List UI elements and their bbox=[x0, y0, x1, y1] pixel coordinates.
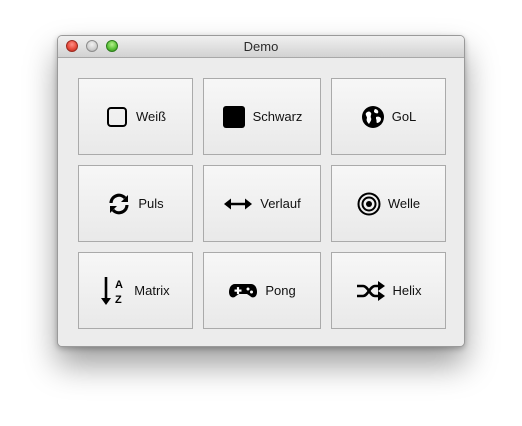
window-title: Demo bbox=[243, 39, 279, 54]
schwarz-button[interactable]: Schwarz bbox=[203, 78, 321, 155]
checkbox-empty-icon bbox=[105, 105, 129, 129]
pong-button[interactable]: Pong bbox=[203, 252, 321, 329]
refresh-icon bbox=[107, 192, 131, 216]
globe-icon bbox=[361, 105, 385, 129]
demo-window: Demo Weiß Schwarz GoL Puls Verlauf Welle… bbox=[57, 35, 465, 347]
helix-button-label: Helix bbox=[392, 283, 422, 298]
desktop-stage: Demo Weiß Schwarz GoL Puls Verlauf Welle… bbox=[0, 0, 522, 426]
title-bar[interactable]: Demo bbox=[58, 36, 464, 58]
horizontal-arrows-icon bbox=[223, 192, 253, 216]
schwarz-button-label: Schwarz bbox=[252, 109, 303, 124]
verlauf-button[interactable]: Verlauf bbox=[203, 165, 321, 242]
button-grid: Weiß Schwarz GoL Puls Verlauf Welle A Z … bbox=[78, 78, 446, 329]
puls-button[interactable]: Puls bbox=[78, 165, 193, 242]
puls-button-label: Puls bbox=[138, 196, 164, 211]
gol-button[interactable]: GoL bbox=[331, 78, 446, 155]
pong-button-label: Pong bbox=[265, 283, 296, 298]
sort-az-icon: A Z bbox=[101, 276, 127, 306]
welle-button[interactable]: Welle bbox=[331, 165, 446, 242]
gol-button-label: GoL bbox=[391, 109, 417, 124]
black-square-icon bbox=[222, 105, 246, 129]
target-icon bbox=[357, 192, 381, 216]
welle-button-label: Welle bbox=[387, 196, 421, 211]
shuffle-icon bbox=[356, 279, 386, 303]
gamepad-icon bbox=[228, 279, 258, 303]
weiss-button[interactable]: Weiß bbox=[78, 78, 193, 155]
matrix-button[interactable]: A Z Matrix bbox=[78, 252, 193, 329]
verlauf-button-label: Verlauf bbox=[260, 196, 301, 211]
matrix-button-label: Matrix bbox=[134, 283, 170, 298]
window-content: Weiß Schwarz GoL Puls Verlauf Welle A Z … bbox=[58, 58, 464, 346]
sort-letter-z: Z bbox=[115, 294, 122, 306]
weiss-button-label: Weiß bbox=[135, 109, 167, 124]
sort-letter-a: A bbox=[115, 279, 123, 291]
helix-button[interactable]: Helix bbox=[331, 252, 446, 329]
